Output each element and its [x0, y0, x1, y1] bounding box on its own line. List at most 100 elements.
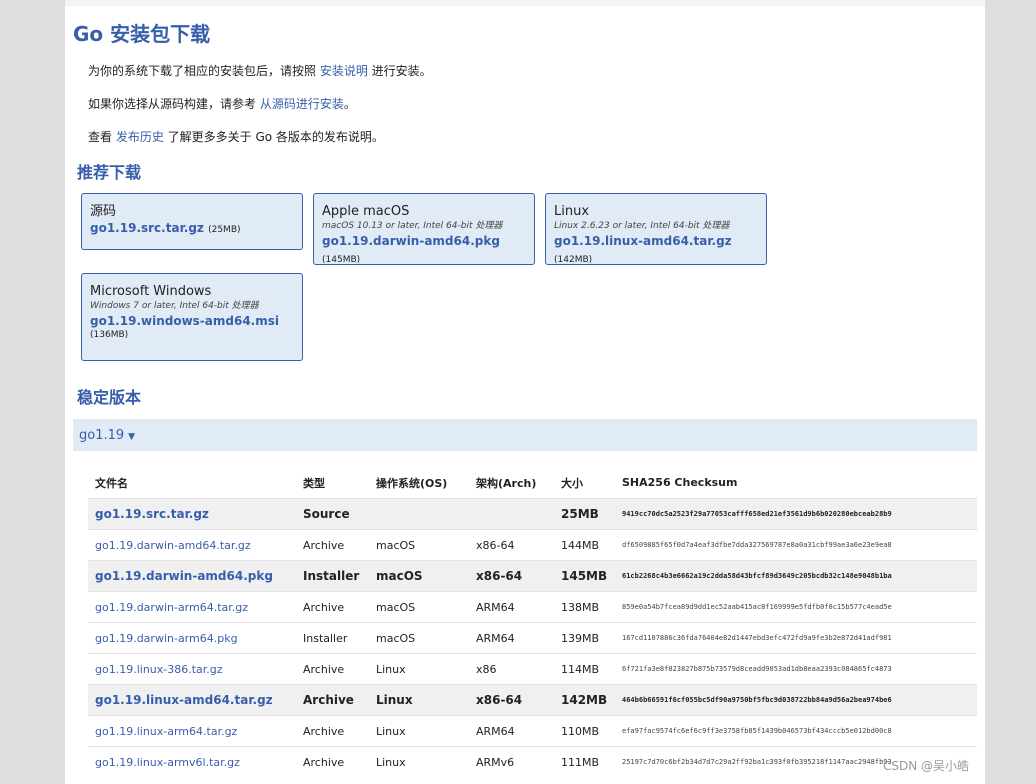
file-os: Linux	[369, 653, 469, 685]
release-history-link[interactable]: 发布历史	[116, 130, 164, 144]
file-os: macOS	[369, 622, 469, 654]
file-link[interactable]: go1.19.darwin-amd64.tar.gz	[88, 529, 296, 561]
file-arch: ARM64	[469, 622, 554, 654]
file-checksum: 61cb2268c4b3e6662a19c2dda58d43bfcf89d364…	[615, 560, 977, 592]
install-instructions-text: 为你的系统下载了相应的安装包后，请按照 安装说明 进行安装。	[88, 64, 432, 78]
file-checksum: 859e0a54b7fcea89d9dd1ec52aab415ac8f16999…	[615, 591, 977, 623]
version-toggle[interactable]: go1.19 ▼	[73, 419, 977, 451]
file-arch: ARM64	[469, 591, 554, 623]
chevron-down-icon: ▼	[128, 432, 136, 442]
table-row: go1.19.linux-arm64.tar.gz Archive Linux ARM…	[88, 715, 977, 747]
file-checksum: 464b6b66591f6cf055bc5df90a9750bf5fbc9d03…	[615, 684, 977, 716]
file-arch	[469, 498, 554, 530]
file-size: 142MB	[554, 684, 615, 716]
file-kind: Archive	[296, 591, 369, 623]
file-checksum: efa97fac9574fc6ef6c9ff3e3758fb85f1439b04…	[615, 715, 977, 747]
card-file-size: (145MB)	[322, 255, 361, 265]
col-checksum: SHA256 Checksum	[622, 476, 738, 489]
file-size: 114MB	[554, 653, 615, 685]
file-checksum: df6509885f65f0d7a4eaf3dfbe7dda327569787e…	[615, 529, 977, 561]
file-os	[369, 498, 469, 530]
col-os: 操作系统(OS)	[376, 476, 448, 490]
file-os: macOS	[369, 560, 469, 592]
file-link[interactable]: go1.19.linux-armv6l.tar.gz	[88, 746, 296, 777]
file-link[interactable]: go1.19.darwin-arm64.tar.gz	[88, 591, 296, 623]
card-os-name: 源码	[90, 204, 117, 219]
card-file-link[interactable]: go1.19.src.tar.gz (25MB)	[90, 220, 294, 239]
card-file-size: (142MB)	[554, 255, 593, 265]
col-arch: 架构(Arch)	[476, 476, 537, 490]
file-size: 111MB	[554, 746, 615, 777]
table-row: go1.19.linux-386.tar.gz Archive Linux x86 11…	[88, 653, 977, 685]
featured-downloads-heading: 推荐下载	[77, 163, 142, 182]
table-row: go1.19.darwin-arm64.pkg Installer macOS ARM…	[88, 622, 977, 654]
card-os-name: Microsoft Windows	[90, 284, 212, 299]
card-file-link[interactable]: go1.19.darwin-amd64.pkg (145MB)	[322, 233, 526, 269]
col-kind: 类型	[303, 476, 325, 490]
file-link[interactable]: go1.19.linux-arm64.tar.gz	[88, 715, 296, 747]
table-header-row: 文件名 类型 操作系统(OS) 架构(Arch) 大小 SHA256 Check…	[88, 467, 977, 499]
file-size: 138MB	[554, 591, 615, 623]
file-os: Linux	[369, 746, 469, 777]
install-guide-link[interactable]: 安装说明	[320, 64, 368, 78]
file-link[interactable]: go1.19.darwin-arm64.pkg	[88, 622, 296, 654]
table-row: go1.19.linux-armv6l.tar.gz Archive Linux AR…	[88, 746, 977, 777]
table-row: go1.19.darwin-amd64.pkg Installer macOS x86…	[88, 560, 977, 592]
file-arch: x86-64	[469, 560, 554, 592]
file-os: Linux	[369, 684, 469, 716]
file-os: macOS	[369, 529, 469, 561]
card-file-size: (136MB)	[90, 330, 129, 340]
col-filename: 文件名	[95, 476, 128, 490]
file-checksum: 167cd1107886c36fda76404e82d1447ebd3efc47…	[615, 622, 977, 654]
card-os-name: Linux	[554, 204, 590, 219]
file-arch: x86-64	[469, 684, 554, 716]
file-arch: x86	[469, 653, 554, 685]
file-link[interactable]: go1.19.linux-386.tar.gz	[88, 653, 296, 685]
file-kind: Installer	[296, 560, 369, 592]
card-requirements: Windows 7 or later, Intel 64-bit 处理器	[90, 301, 259, 311]
file-size: 144MB	[554, 529, 615, 561]
card-file-link[interactable]: go1.19.linux-amd64.tar.gz (142MB)	[554, 233, 758, 269]
top-strip	[65, 0, 985, 6]
download-card-windows[interactable]: Microsoft Windows Windows 7 or later, In…	[81, 273, 303, 361]
file-arch: ARMv6	[469, 746, 554, 777]
file-os: macOS	[369, 591, 469, 623]
file-link[interactable]: go1.19.linux-amd64.tar.gz	[88, 684, 296, 716]
download-page: Go 安装包下载 为你的系统下载了相应的安装包后，请按照 安装说明 进行安装。 …	[65, 0, 985, 784]
file-kind: Installer	[296, 622, 369, 654]
watermark: CSDN @吴小皓	[882, 759, 969, 773]
table-row: go1.19.darwin-amd64.tar.gz Archive macOS x8…	[88, 529, 977, 561]
file-kind: Source	[296, 498, 369, 530]
card-os-name: Apple macOS	[322, 204, 410, 219]
file-size: 25MB	[554, 498, 615, 530]
col-size: 大小	[561, 476, 583, 490]
download-card-source[interactable]: 源码 go1.19.src.tar.gz (25MB)	[81, 193, 303, 250]
file-checksum: 6f721fa3e8f823827b875b73579d8ceadd9053ad…	[615, 653, 977, 685]
downloads-table: 文件名 类型 操作系统(OS) 架构(Arch) 大小 SHA256 Check…	[88, 467, 977, 777]
download-card-macos[interactable]: Apple macOS macOS 10.13 or later, Intel …	[313, 193, 535, 265]
card-requirements: macOS 10.13 or later, Intel 64-bit 处理器	[322, 221, 503, 231]
file-arch: x86-64	[469, 529, 554, 561]
card-requirements: Linux 2.6.23 or later, Intel 64-bit 处理器	[554, 221, 730, 231]
file-kind: Archive	[296, 529, 369, 561]
file-arch: ARM64	[469, 715, 554, 747]
build-from-source-text: 如果你选择从源码构建，请参考 从源码进行安装。	[88, 97, 356, 111]
table-row: go1.19.linux-amd64.tar.gz Archive Linux x86…	[88, 684, 977, 716]
file-kind: Archive	[296, 653, 369, 685]
file-size: 145MB	[554, 560, 615, 592]
card-file-size: (25MB)	[208, 225, 241, 235]
file-kind: Archive	[296, 746, 369, 777]
card-file-link[interactable]: go1.19.windows-amd64.msi	[90, 313, 294, 330]
file-size: 110MB	[554, 715, 615, 747]
download-card-linux[interactable]: Linux Linux 2.6.23 or later, Intel 64-bi…	[545, 193, 767, 265]
release-history-text: 查看 发布历史 了解更多多关于 Go 各版本的发布说明。	[88, 130, 384, 144]
file-link[interactable]: go1.19.darwin-amd64.pkg	[88, 560, 296, 592]
file-size: 139MB	[554, 622, 615, 654]
file-kind: Archive	[296, 684, 369, 716]
page-title: Go 安装包下载	[73, 22, 211, 46]
install-from-source-link[interactable]: 从源码进行安装	[260, 97, 344, 111]
table-row: go1.19.darwin-arm64.tar.gz Archive macOS AR…	[88, 591, 977, 623]
file-os: Linux	[369, 715, 469, 747]
version-toggle-label[interactable]: go1.19 ▼	[79, 428, 135, 443]
file-link[interactable]: go1.19.src.tar.gz	[88, 498, 296, 530]
